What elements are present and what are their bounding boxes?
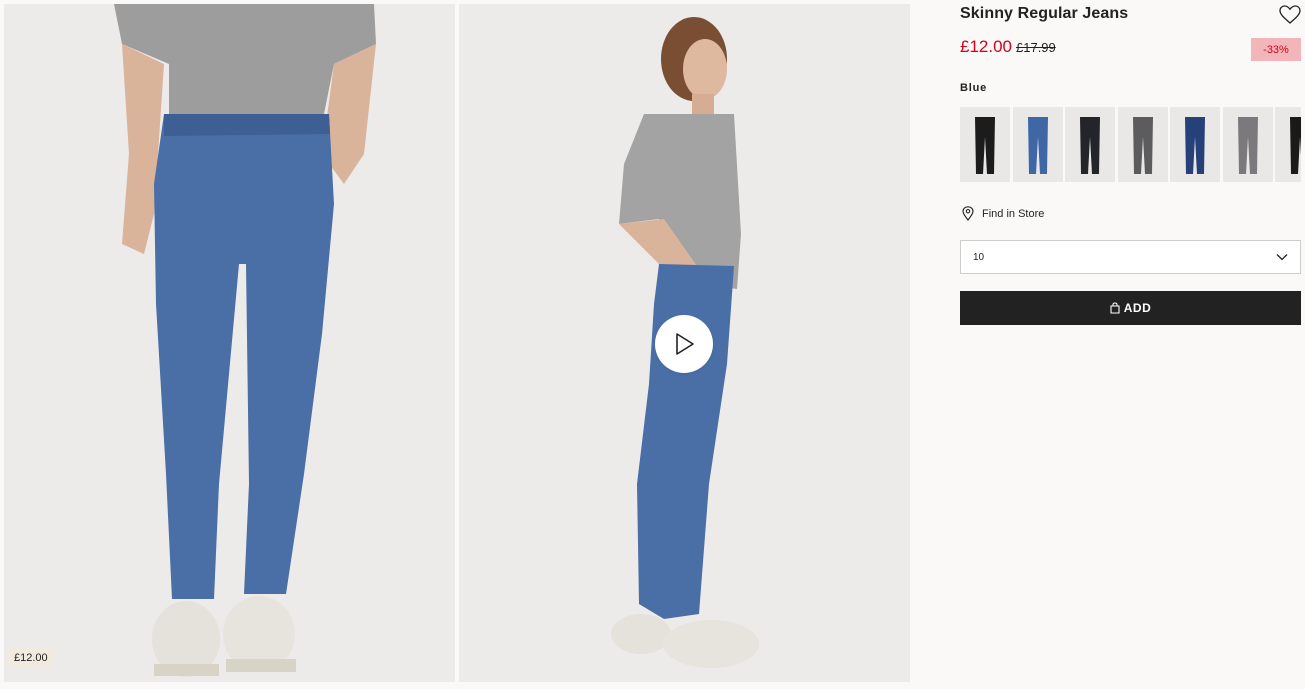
product-image-front[interactable]: £12.00 [4, 4, 455, 682]
product-title: Skinny Regular Jeans [960, 5, 1129, 22]
add-button-label: ADD [1123, 301, 1152, 315]
swatch-blue[interactable] [1013, 107, 1063, 182]
jeans-thumbnail [1290, 117, 1301, 174]
product-details-panel: Skinny Regular Jeans £12.00 £17.99 -33% … [960, 0, 1301, 689]
current-price: £12.00 [960, 37, 1012, 56]
product-image-side[interactable] [459, 4, 910, 682]
location-pin-icon [962, 206, 974, 221]
swatch-black-2[interactable] [1275, 107, 1301, 182]
selected-size-value: 10 [973, 251, 985, 263]
swatch-dark-grey[interactable] [1118, 107, 1168, 182]
play-icon [676, 333, 694, 355]
swatch-grey[interactable] [1223, 107, 1273, 182]
original-price: £17.99 [1016, 40, 1056, 55]
model-front-illustration [4, 4, 455, 682]
jeans-thumbnail [975, 117, 995, 174]
price-row: £12.00 £17.99 [960, 37, 1056, 57]
color-swatch-list [960, 107, 1301, 182]
jeans-thumbnail [1133, 117, 1153, 174]
find-in-store-link[interactable]: Find in Store [962, 206, 1044, 221]
shopping-bag-icon [1110, 302, 1120, 314]
swatch-dark-blue[interactable] [1170, 107, 1220, 182]
jeans-thumbnail [1028, 117, 1048, 174]
favourite-button[interactable] [1279, 5, 1301, 25]
find-in-store-label: Find in Store [982, 207, 1045, 220]
jeans-thumbnail [1238, 117, 1258, 174]
image-price-tag: £12.00 [8, 648, 54, 668]
jeans-thumbnail [1080, 117, 1100, 174]
heart-icon [1279, 5, 1301, 24]
jeans-thumbnail [1185, 117, 1205, 174]
swatch-dark-black[interactable] [1065, 107, 1115, 182]
swatch-black[interactable] [960, 107, 1010, 182]
discount-badge: -33% [1251, 38, 1301, 61]
selected-color-label: Blue [960, 82, 988, 94]
size-select[interactable]: 10 [960, 240, 1301, 274]
product-gallery: £12.00 [0, 0, 914, 689]
add-to-bag-button[interactable]: ADD [960, 291, 1301, 325]
play-video-button[interactable] [655, 315, 713, 373]
chevron-down-icon [1276, 254, 1288, 261]
